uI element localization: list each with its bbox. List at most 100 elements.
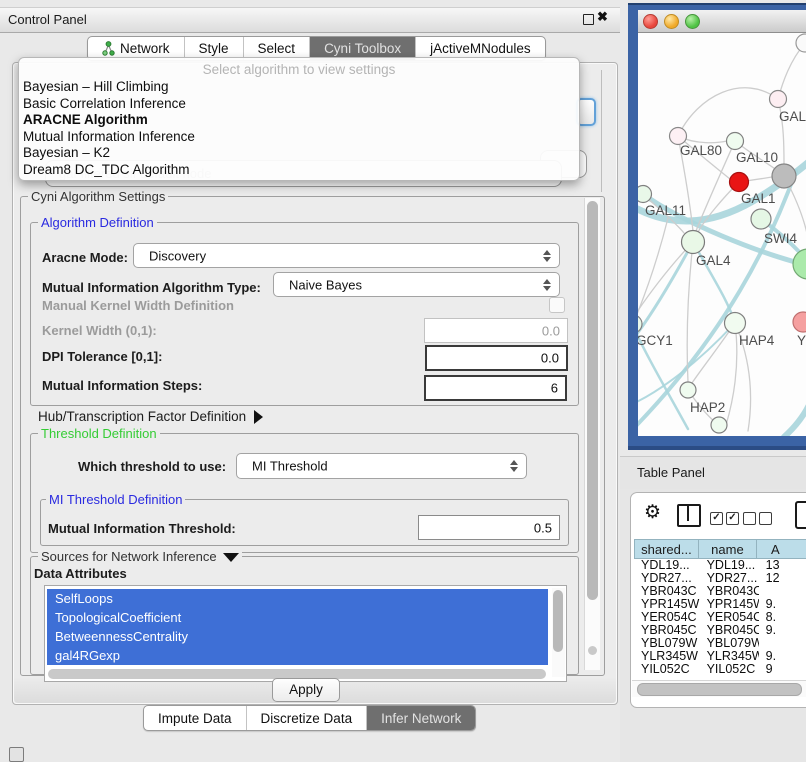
network-canvas[interactable]: GAL7GAL80GAL10GAL1GAL11SWI4GAL4GCY1HAP4Y… bbox=[638, 33, 806, 436]
algorithm-option[interactable]: Bayesian – Hill Climbing bbox=[23, 79, 169, 94]
attribute-list-item[interactable]: TopologicalCoefficient bbox=[47, 608, 548, 627]
table-cell: YDL19... bbox=[634, 559, 700, 572]
table-row[interactable]: YDL19...YDL19...13 bbox=[634, 559, 806, 572]
table-panel-box: ⚙ ✓ ✓ shared...nameAYDL19...YDL19...13YD… bbox=[630, 492, 806, 708]
network-node-hap2[interactable] bbox=[680, 382, 696, 398]
hub-definition-expander[interactable]: Hub/Transcription Factor Definition bbox=[38, 409, 263, 424]
mi-steps-field[interactable]: 6 bbox=[424, 375, 567, 401]
network-node-gal7[interactable] bbox=[770, 91, 787, 108]
network-node[interactable] bbox=[711, 417, 727, 433]
column-header[interactable]: shared... bbox=[634, 539, 699, 559]
attribute-list-item[interactable]: SelfLoops bbox=[47, 589, 548, 608]
network-edge[interactable] bbox=[638, 242, 693, 343]
table-row[interactable]: YBR045CYBR045C9. bbox=[634, 624, 806, 637]
column-header[interactable]: name bbox=[699, 539, 757, 559]
algorithm-option[interactable]: Basic Correlation Inference bbox=[23, 96, 186, 111]
algorithm-option[interactable]: ARACNE Algorithm bbox=[23, 112, 148, 127]
network-window-titlebar[interactable] bbox=[638, 10, 806, 33]
network-node-hap4[interactable] bbox=[725, 313, 746, 334]
zoom-traffic-light[interactable] bbox=[685, 14, 700, 29]
sources-expander[interactable]: Sources for Network Inference bbox=[38, 549, 242, 564]
algorithm-definition-title: Algorithm Definition bbox=[38, 215, 157, 230]
kernel-width-field[interactable]: 0.0 bbox=[424, 318, 568, 343]
tab-impute-data[interactable]: Impute Data bbox=[144, 706, 247, 730]
scrollbar-thumb[interactable] bbox=[587, 201, 598, 600]
network-node-swi4[interactable] bbox=[751, 209, 771, 229]
mi-threshold-value: 0.5 bbox=[534, 520, 552, 535]
table-cell: 9. bbox=[759, 598, 806, 611]
algorithm-option[interactable]: Dream8 DC_TDC Algorithm bbox=[23, 162, 190, 177]
attribute-list-item[interactable]: gal4RGexp bbox=[47, 646, 548, 665]
partial-toolbar-icon[interactable] bbox=[795, 501, 806, 529]
network-node-gal11[interactable] bbox=[638, 186, 652, 203]
table-cell: YBR045C bbox=[634, 624, 700, 637]
combo-spinner-icon bbox=[543, 250, 550, 262]
unchecked-pair-icon[interactable] bbox=[743, 512, 772, 525]
aracne-mode-combo[interactable]: Discovery bbox=[133, 243, 560, 268]
scrollbar-thumb[interactable] bbox=[637, 683, 802, 696]
hub-definition-label: Hub/Transcription Factor Definition bbox=[38, 409, 246, 424]
table-cell: YBR043C bbox=[634, 585, 700, 598]
table-row[interactable]: YBR043CYBR043C bbox=[634, 585, 806, 598]
network-edge[interactable] bbox=[726, 323, 737, 425]
network-node[interactable] bbox=[796, 34, 806, 52]
network-node[interactable] bbox=[772, 164, 796, 188]
algorithm-option[interactable]: Mutual Information Inference bbox=[23, 129, 195, 144]
tab-label: Style bbox=[199, 41, 229, 56]
network-node-gal1[interactable] bbox=[730, 173, 749, 192]
checked-pair-icon[interactable]: ✓ ✓ bbox=[710, 512, 739, 525]
scrollbar-dot bbox=[588, 646, 597, 655]
tab-infer-network[interactable]: Infer Network bbox=[367, 706, 475, 730]
table-cell: YIL052C bbox=[634, 663, 700, 676]
network-edge[interactable] bbox=[638, 242, 693, 318]
close-icon[interactable]: ✖ bbox=[597, 9, 608, 25]
network-edge[interactable] bbox=[784, 405, 806, 436]
split-columns-icon[interactable] bbox=[677, 504, 701, 527]
table-row[interactable]: YPR145WYPR145W9. bbox=[634, 598, 806, 611]
scrollbar-thumb[interactable] bbox=[553, 590, 563, 652]
attribute-list-item[interactable]: BetweennessCentrality bbox=[47, 627, 548, 646]
float-window-icon[interactable] bbox=[583, 14, 594, 25]
table-cell: YBL079W bbox=[634, 637, 700, 650]
table-horizontal-scrollbar[interactable] bbox=[632, 680, 806, 697]
which-threshold-combo[interactable]: MI Threshold bbox=[236, 453, 527, 479]
table-cell: YBR045C bbox=[700, 624, 759, 637]
minimize-traffic-light[interactable] bbox=[664, 14, 679, 29]
tab-label: Discretize Data bbox=[261, 711, 353, 726]
mi-type-combo[interactable]: Naive Bayes bbox=[273, 272, 560, 297]
apply-button[interactable]: Apply bbox=[272, 678, 340, 702]
table-row[interactable]: YDR27...YDR27...12 bbox=[634, 572, 806, 585]
tab-label: jActiveMNodules bbox=[430, 41, 531, 56]
control-panel-titlebar: Control Panel ✖ bbox=[0, 7, 620, 33]
network-node-gal10[interactable] bbox=[727, 133, 744, 150]
network-view-window: GAL7GAL80GAL10GAL1GAL11SWI4GAL4GCY1HAP4Y… bbox=[628, 3, 806, 450]
algorithm-option[interactable]: Bayesian – K2 bbox=[23, 145, 110, 160]
column-header[interactable]: A bbox=[757, 539, 806, 559]
network-node-gal80[interactable] bbox=[670, 128, 687, 145]
table-row[interactable]: YIL052CYIL052C9 bbox=[634, 663, 806, 676]
dpi-tolerance-field[interactable]: 0.0 bbox=[425, 345, 568, 371]
table-cell: 9. bbox=[759, 650, 806, 663]
table-row[interactable]: YLR345WYLR345W9. bbox=[634, 650, 806, 663]
dock-panel-icon[interactable] bbox=[9, 747, 24, 762]
network-node-gal4[interactable] bbox=[682, 231, 705, 254]
expand-right-icon bbox=[254, 410, 263, 424]
network-node[interactable] bbox=[793, 249, 806, 279]
table-row[interactable]: YER054CYER054C8. bbox=[634, 611, 806, 624]
close-traffic-light[interactable] bbox=[643, 14, 658, 29]
node-label: GAL10 bbox=[736, 150, 778, 165]
table-cell: 9. bbox=[759, 624, 806, 637]
manual-kernel-checkbox[interactable] bbox=[549, 297, 565, 313]
dpi-tolerance-label: DPI Tolerance [0,1]: bbox=[42, 349, 162, 364]
tab-discretize-data[interactable]: Discretize Data bbox=[247, 706, 368, 730]
bottom-tabbar: Impute Data Discretize Data Infer Network bbox=[143, 705, 476, 731]
mi-threshold-field[interactable]: 0.5 bbox=[418, 515, 560, 540]
attributes-list-vertical-scrollbar[interactable] bbox=[552, 588, 565, 677]
data-attributes-list: SelfLoopsTopologicalCoefficientBetweenne… bbox=[44, 585, 567, 682]
gear-icon[interactable]: ⚙ bbox=[644, 501, 661, 524]
settings-vertical-scrollbar[interactable] bbox=[584, 198, 600, 670]
network-node-y[interactable] bbox=[793, 312, 806, 332]
network-edge[interactable] bbox=[678, 88, 778, 136]
node-label: HAP2 bbox=[690, 400, 725, 415]
table-row[interactable]: YBL079WYBL079W bbox=[634, 637, 806, 650]
